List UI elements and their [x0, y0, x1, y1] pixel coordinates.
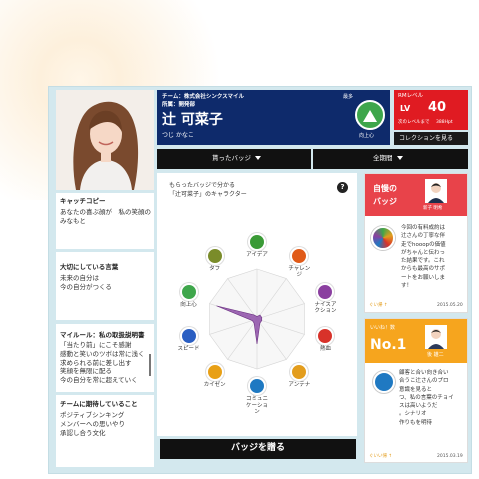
character-chart-card: もらったバッジで分かる 「辻可菜子」のキャラクター ? アイデア チャレン ジナイ…	[157, 173, 357, 436]
likes-footer-left[interactable]: ぐいい帰 ↑	[369, 454, 392, 460]
muscle-icon[interactable]	[205, 246, 224, 265]
proud-title-1: 自慢の	[373, 184, 397, 193]
level-box: RMレベル LV 40 次のレベルまで 388Hpt	[394, 90, 468, 130]
proud-badge-card: 自慢の バッジ 新子 明希 今回の有料成約は 辻さんの丁寧な伴 走でhooopの…	[364, 173, 468, 313]
proud-badge-icon	[371, 226, 395, 250]
my-rule-body: 「当たり前」にこそ感謝 感動と笑いのツボは常に浅く 求められる前に差し出す 笑顔…	[60, 341, 145, 385]
level-value: 40	[428, 100, 447, 115]
top-badge-caption: 最多	[343, 94, 354, 100]
badge-label: カイゼン	[203, 382, 226, 389]
top-badge-growth-icon	[355, 100, 385, 130]
likes-rank: No.1	[370, 337, 407, 353]
likes-header: いいね！数 No.1 後 雄二	[365, 319, 467, 363]
speed-icon[interactable]	[179, 327, 198, 346]
name-header: チーム：株式会社シンクスマイル 所属：開発部 辻 可菜子 つじ かなこ 最多 向…	[157, 90, 390, 145]
tab-period-label: 全期間	[373, 154, 393, 162]
team-expectation-card: チームに期待していること ポジティブシンキング メンバーへの思いやり 承認し合う…	[56, 395, 154, 467]
tab-received-badges[interactable]: 貰ったバッジ	[157, 149, 311, 169]
flag-icon[interactable]	[290, 246, 309, 265]
badge-label: スピード	[177, 346, 200, 353]
catch-copy-body: あなたの喜ぶ顔が 私の笑顔の みなもと	[60, 208, 151, 225]
likes-badge-icon	[373, 371, 395, 393]
team-expectation-body: ポジティブシンキング メンバーへの思いやり 承認し合う文化	[60, 411, 125, 437]
profile-kana: つじ かなこ	[162, 132, 194, 139]
likes-message: 顧客と合い向き合い 合うこ辻さんのプロ 意識を見ると つ、私の言葉のチョイ スは…	[399, 370, 454, 426]
level-title: RMレベル	[398, 93, 424, 99]
tab-received-label: 貰ったバッジ	[212, 154, 251, 162]
badge-label: 向上心	[180, 301, 197, 308]
dept-line: 所属：開発部	[162, 102, 196, 108]
catch-copy-title: キャッチコピー	[60, 197, 106, 205]
send-badge-button[interactable]: バッジを贈る	[160, 439, 356, 459]
likes-card: いいね！数 No.1 後 雄二 顧客と合い向き合い 合うこ辻さんのプロ 意識を見…	[364, 318, 468, 463]
my-rule-title: マイルール：私の取扱説明書	[60, 331, 145, 339]
motto-body: 未来の自分は 今の自分がつくる	[60, 274, 112, 291]
team-line: チーム：株式会社シンクスマイル	[162, 94, 245, 100]
tab-period[interactable]: 全期間	[313, 149, 468, 169]
catch-copy-card: キャッチコピー あなたの喜ぶ顔が 私の笑顔の みなもと	[56, 193, 154, 249]
badge-label: コミュニ ケーショ ン	[245, 396, 269, 416]
my-rule-card: マイルール：私の取扱説明書 「当たり前」にこそ感謝 感動と笑いのツボは常に浅く …	[56, 324, 154, 392]
collection-button-label: コレクションを見る	[399, 134, 454, 142]
badge-label: ナイスア クション	[314, 301, 337, 315]
team-expectation-title: チームに期待していること	[60, 400, 138, 408]
scrollbar[interactable]	[149, 354, 151, 376]
motto-title: 大切にしている言葉	[60, 263, 119, 271]
giver-avatar	[425, 325, 447, 349]
proud-giver: 新子 明希	[423, 206, 443, 211]
likes-giver: 後 雄二	[427, 352, 444, 358]
likes-label: いいね！数	[370, 325, 396, 331]
profile-photo	[56, 90, 154, 190]
proud-date: 2015.05.20	[437, 303, 463, 308]
chevron-down-icon	[396, 156, 403, 160]
chevron-down-icon	[255, 156, 261, 160]
proud-footer-left[interactable]: ぐい帰 ↑	[369, 303, 388, 309]
chat-icon[interactable]	[248, 377, 266, 395]
level-lv-label: LV	[400, 104, 411, 113]
send-badge-label: バッジを贈る	[230, 443, 285, 453]
level-next-label: 次のレベルまで	[398, 120, 430, 125]
badge-label: チャレン ジ	[288, 265, 311, 279]
likes-date: 2015.03.19	[437, 454, 463, 459]
proud-title-2: バッジ	[373, 197, 397, 206]
collection-button[interactable]: コレクションを見る	[394, 132, 468, 145]
badge-label: アイデア	[246, 252, 268, 258]
motto-card: 大切にしている言葉 未来の自分は 今の自分がつくる	[56, 252, 154, 320]
giver-avatar	[425, 179, 447, 203]
tab-period-label-wrap: 全期間	[373, 154, 403, 162]
proud-message: 今回の有料成約は 辻さんの丁寧な伴 走でhooopの価値 がちゃんと伝わっ た結…	[401, 225, 446, 289]
profile-name: 辻 可菜子	[162, 112, 223, 128]
proud-badge-header: 自慢の バッジ 新子 明希	[365, 174, 467, 216]
badge-label: 熱血	[319, 346, 331, 353]
badge-label: アンテナ	[288, 382, 311, 389]
badge-label: タフ	[209, 265, 221, 272]
lightbulb-icon[interactable]	[248, 233, 266, 251]
top-badge-name: 向上心	[359, 133, 375, 139]
growth-icon[interactable]	[179, 282, 198, 301]
level-next-value: 388Hpt	[436, 120, 453, 125]
wrench-icon[interactable]	[205, 363, 224, 382]
tab-received-label-wrap: 貰ったバッジ	[212, 154, 261, 162]
